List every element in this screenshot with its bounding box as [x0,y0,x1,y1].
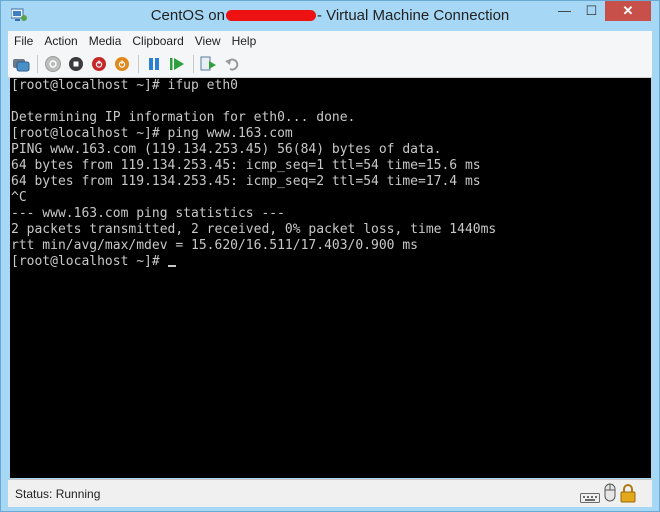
console-line: [root@localhost ~]# ifup eth0 [11,78,238,93]
status-icons [580,483,636,508]
console-line: Determining IP information for eth0... d… [11,110,356,125]
window-title-suffix: - Virtual Machine Connection [316,7,510,24]
checkpoint-icon[interactable] [200,55,218,73]
save-icon[interactable] [113,55,131,73]
mouse-icon [604,483,616,508]
menu-media[interactable]: Media [83,34,127,48]
status-text: Status: Running [15,487,101,501]
console-line: 64 bytes from 119.134.253.45: icmp_seq=1… [11,158,481,173]
vm-console-screen[interactable]: [root@localhost ~]# ifup eth0 Determinin… [10,78,651,478]
toolbar-separator [37,55,38,73]
start-icon[interactable] [44,55,62,73]
menu-file[interactable]: File [8,34,38,48]
toolbar [8,51,652,78]
toolbar-separator [138,55,139,73]
minimize-button[interactable]: — [551,1,578,21]
console-prompt-line: [root@localhost ~]# [11,254,651,270]
status-bar: Status: Running [8,479,652,507]
toolbar-separator [193,55,194,73]
menu-clipboard[interactable]: Clipboard [126,34,188,48]
console-prompt: [root@localhost ~]# [11,254,160,269]
ctrl-alt-del-icon[interactable] [12,55,30,73]
lock-icon [620,483,636,508]
console-line: 64 bytes from 119.134.253.45: icmp_seq=2… [11,174,481,189]
console-line: rtt min/avg/max/mdev = 15.620/16.511/17.… [11,238,418,253]
console-line: --- www.163.com ping statistics --- [11,206,285,221]
console-line: 2 packets transmitted, 2 received, 0% pa… [11,222,497,237]
menu-bar: File Action Media Clipboard View Help [8,31,652,51]
redacted-hostname [225,9,316,21]
title-bar[interactable]: CentOS on - Virtual Machine Connection — … [1,1,659,31]
window-title-prefix: CentOS on [150,7,225,24]
turn-off-icon[interactable] [67,55,85,73]
console-line: [root@localhost ~]# ping www.163.com [11,126,293,141]
close-button[interactable]: ✕ [605,1,651,21]
menu-action[interactable]: Action [38,34,82,48]
caption-buttons: — ☐ ✕ [551,1,651,21]
shutdown-icon[interactable] [90,55,108,73]
menu-help[interactable]: Help [226,34,262,48]
pause-icon[interactable] [145,55,163,73]
revert-icon[interactable] [223,55,241,73]
keyboard-icon [580,490,600,508]
menu-view[interactable]: View [189,34,226,48]
text-cursor [167,265,176,267]
console-line: ^C [11,190,27,205]
vm-connection-window: CentOS on - Virtual Machine Connection — … [0,0,660,512]
console-line: PING www.163.com (119.134.253.45) 56(84)… [11,142,442,157]
maximize-button[interactable]: ☐ [578,1,605,21]
reset-icon[interactable] [168,55,186,73]
